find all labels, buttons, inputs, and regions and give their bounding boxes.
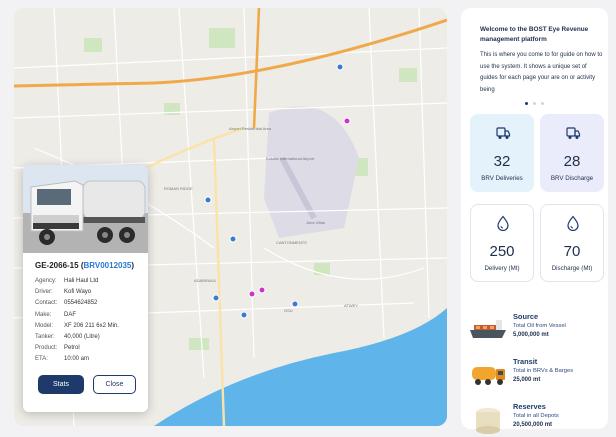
close-button[interactable]: Close <box>93 375 136 394</box>
carousel-dot[interactable] <box>533 102 536 105</box>
map-label: Jubs Villas <box>306 220 326 225</box>
brv-discharge-tile[interactable]: 28 BRV Discharge <box>540 114 604 192</box>
detail-value: 10:00 am <box>64 356 90 363</box>
tile-label: BRV Deliveries <box>481 175 523 182</box>
map-marker[interactable] <box>258 286 266 294</box>
map-marker[interactable] <box>204 196 212 204</box>
detail-label: Contact: <box>35 300 58 307</box>
delivery-mt-tile[interactable]: 250 Delivery (Mt) <box>470 204 534 282</box>
truck-icon <box>566 127 581 139</box>
map-label: CANTONMENTS <box>276 240 307 245</box>
info-panel: Welcome to the BOST Eye Revenue manageme… <box>461 8 608 434</box>
detail-row: ETA: 10:00 am <box>35 354 148 365</box>
detail-value: Kofi Wayo <box>64 289 92 296</box>
brv-deliveries-tile[interactable]: 32 BRV Deliveries <box>470 114 534 192</box>
stat-value: 20,500,000 mt <box>513 422 553 428</box>
detail-value: 0554624852 <box>64 300 98 307</box>
map-label: Kotoka International Airport <box>266 156 315 161</box>
vehicle-photo <box>23 165 148 253</box>
stat-subtitle: Total in BRVs & Barges <box>513 368 574 374</box>
carousel-dots <box>525 102 544 105</box>
detail-value: 40,000 (Litre) <box>64 334 100 341</box>
detail-row: Product: Petrol <box>35 343 148 354</box>
detail-value: DAF <box>64 311 76 318</box>
map-marker[interactable] <box>212 294 220 302</box>
detail-row: Contact: 0554624852 <box>35 298 148 309</box>
detail-label: Make: <box>35 311 52 318</box>
transit-stat[interactable]: Transit Total in BRVs & Barges 25,000 mt <box>468 357 608 395</box>
map-marker[interactable] <box>229 235 237 243</box>
map-label: OSU <box>284 308 293 313</box>
stat-title: Transit <box>513 357 538 366</box>
detail-label: Agency: <box>35 278 57 284</box>
drop-icon <box>567 215 579 231</box>
stat-title: Reserves <box>513 402 546 411</box>
welcome-text: This is where you come to for guide on h… <box>480 52 603 93</box>
detail-label: Model: <box>35 322 54 329</box>
detail-value: XF 206 211 6x2 Min. <box>64 322 119 329</box>
tile-value: 28 <box>563 153 581 170</box>
storage-tank-icon <box>476 408 500 434</box>
detail-row: Make: DAF <box>35 310 148 321</box>
carousel-dot[interactable] <box>541 102 544 105</box>
detail-label: Product: <box>35 345 58 352</box>
vehicle-details: Agency: Hali Haul Ltd Driver: Kofi Wayo Co… <box>35 276 148 366</box>
fuel-truck-icon <box>472 367 505 385</box>
detail-label: Tanker: <box>35 334 55 341</box>
map-marker[interactable] <box>291 300 299 308</box>
map-label: ROMAN RIDGE <box>164 186 193 191</box>
vehicle-info-card: GE-2066-15 (BRV0012035) Agency: Hali Haul… <box>23 165 148 412</box>
map-marker[interactable] <box>336 63 344 71</box>
tile-label: BRV Discharge <box>550 175 594 182</box>
vehicle-title: GE-2066-15 (BRV0012035) <box>35 261 135 270</box>
map-marker[interactable] <box>248 290 256 298</box>
vehicle-code[interactable]: BRV0012035 <box>83 261 131 270</box>
tile-value: 250 <box>489 243 515 260</box>
map-marker[interactable] <box>240 311 248 319</box>
detail-value: Hali Haul Ltd <box>64 278 99 284</box>
tile-label: Discharge (Mt) <box>551 265 593 272</box>
stats-button[interactable]: Stats <box>38 375 84 394</box>
map-label: Airport Residential Area <box>229 126 272 131</box>
tile-value: 70 <box>563 243 581 260</box>
map-label: ATWEY <box>344 303 358 308</box>
detail-row: Model: XF 206 211 6x2 Min. <box>35 321 148 332</box>
stat-subtitle: Total in all Depots <box>513 413 559 419</box>
map-marker[interactable] <box>343 117 351 125</box>
stat-value: 25,000 mt <box>513 377 541 383</box>
detail-label: ETA: <box>35 356 48 363</box>
map-label: ADABRAKA <box>194 278 216 283</box>
truck-icon <box>496 127 511 139</box>
drop-icon <box>497 215 509 231</box>
welcome-title: Welcome to the BOST Eye Revenue manageme… <box>480 26 589 43</box>
reserves-stat[interactable]: Reserves Total in all Depots 20,500,000 … <box>468 402 608 437</box>
tanker-ship-icon <box>470 320 506 338</box>
stat-subtitle: Total Oil from Vessel <box>513 323 566 329</box>
stat-title: Source <box>513 312 539 321</box>
detail-row: Tanker: 40,000 (Litre) <box>35 332 148 343</box>
detail-row: Agency: Hali Haul Ltd <box>35 276 148 287</box>
discharge-mt-tile[interactable]: 70 Discharge (Mt) <box>540 204 604 282</box>
tile-value: 32 <box>493 153 511 170</box>
detail-value: Petrol <box>64 345 80 352</box>
tile-label: Delivery (Mt) <box>484 265 520 272</box>
source-stat[interactable]: Source Total Oil from Vessel 5,000,000 m… <box>468 312 608 350</box>
detail-row: Driver: Kofi Wayo <box>35 287 148 298</box>
vehicle-plate: GE-2066-15 <box>35 261 79 270</box>
detail-label: Driver: <box>35 289 53 296</box>
carousel-dot[interactable] <box>525 102 528 105</box>
stat-value: 5,000,000 mt <box>513 332 549 338</box>
